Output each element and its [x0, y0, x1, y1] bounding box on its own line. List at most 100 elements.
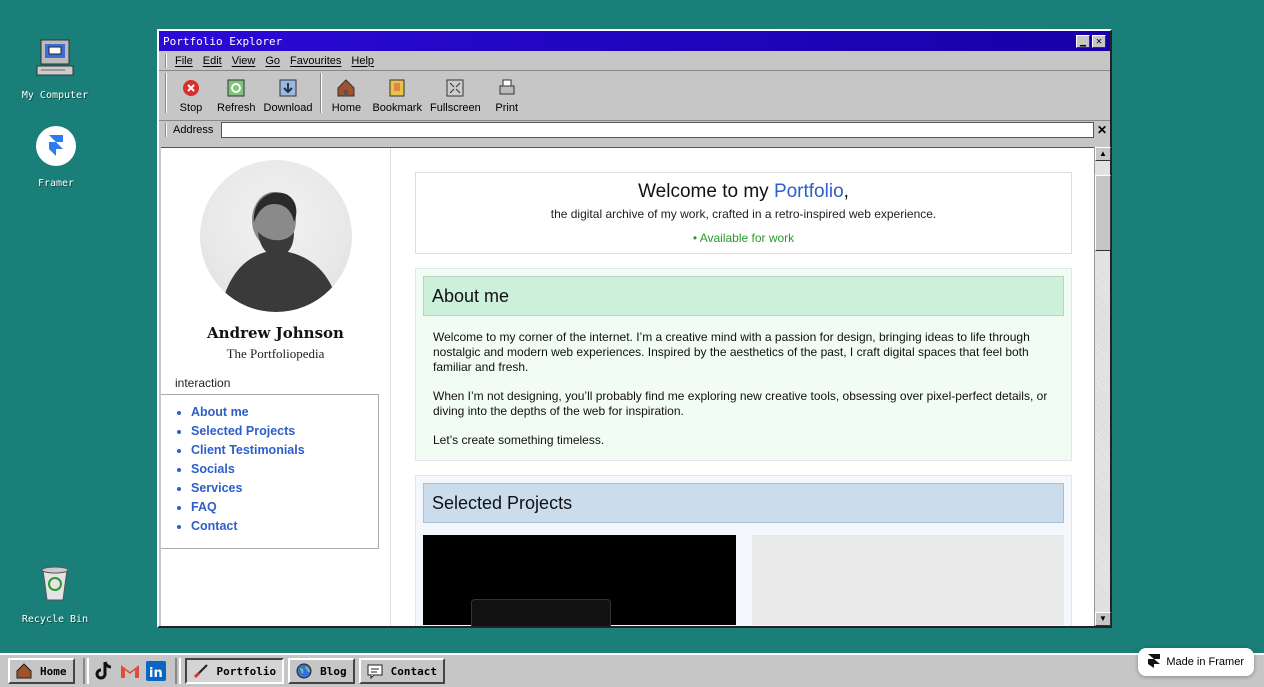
download-label: Download [263, 102, 313, 114]
about-paragraph: Welcome to my corner of the internet. I’… [433, 330, 1030, 374]
nav-link-services[interactable]: Services [191, 481, 378, 495]
desktop-icon-label: Framer [37, 178, 75, 189]
about-heading: About me [423, 276, 1064, 316]
framer-icon [34, 124, 78, 168]
menu-edit[interactable]: Edit [203, 55, 222, 67]
badge-label: Made in Framer [1166, 656, 1244, 668]
taskbar-separator [174, 658, 181, 684]
refresh-label: Refresh [217, 102, 256, 114]
made-in-framer-badge[interactable]: Made in Framer [1138, 648, 1254, 676]
gmail-icon[interactable] [119, 660, 141, 682]
avatar [199, 160, 352, 312]
download-button[interactable]: Download [263, 78, 313, 114]
paintbrush-icon [193, 663, 209, 679]
project-preview-inner [471, 599, 611, 626]
menu-help[interactable]: Help [351, 55, 374, 67]
profile-subtitle: The Portfoliopedia [226, 346, 325, 361]
desktop-icon-label: My Computer [21, 90, 89, 101]
welcome-heading: Welcome to my Portfolio, [638, 181, 849, 202]
scrollbar-thumb[interactable] [1095, 175, 1111, 251]
about-body: Welcome to my corner of the internet. I’… [423, 316, 1064, 448]
taskbar: Home in Portfolio Blog Contact [0, 653, 1264, 687]
print-button[interactable]: Print [489, 78, 525, 114]
page-content: Andrew Johnson The Portfoliopedia intera… [161, 147, 1096, 626]
taskbar-contact-button[interactable]: Contact [358, 658, 445, 684]
tiktok-icon[interactable] [93, 660, 115, 682]
taskbar-home-label: Home [40, 664, 67, 678]
profile-sidebar: Andrew Johnson The Portfoliopedia intera… [161, 148, 391, 626]
scroll-up-icon[interactable]: ▲ [1095, 147, 1111, 161]
print-icon [497, 78, 517, 98]
about-section: About me Welcome to my corner of the int… [415, 268, 1072, 461]
menu-view[interactable]: View [232, 55, 256, 67]
toolbar-separator [320, 72, 323, 113]
stop-icon [181, 78, 201, 98]
close-button[interactable]: ✕ [1092, 34, 1106, 48]
nav-heading: interaction [175, 376, 231, 390]
download-icon [278, 78, 298, 98]
window-title: Portfolio Explorer [163, 34, 283, 48]
computer-icon [33, 36, 77, 80]
fullscreen-button[interactable]: Fullscreen [430, 78, 481, 114]
project-thumbnail[interactable] [751, 535, 1064, 625]
welcome-accent: Portfolio [773, 181, 844, 202]
projects-grid [423, 535, 1064, 626]
taskbar-contact-label: Contact [390, 664, 437, 678]
desktop-icon-label: Recycle Bin [21, 614, 89, 625]
taskbar-blog-button[interactable]: Blog [288, 658, 355, 684]
home-icon [336, 78, 356, 98]
desktop-icon-recycle-bin[interactable]: Recycle Bin [5, 560, 105, 625]
bookmark-icon [387, 78, 407, 98]
desktop-icon-framer[interactable]: Framer [6, 124, 106, 189]
framer-logo-icon [1148, 653, 1161, 671]
availability-status: • Available for work [692, 231, 795, 245]
recycle-bin-icon [33, 560, 77, 604]
address-label: Address [173, 124, 214, 136]
menu-favourites[interactable]: Favourites [290, 55, 341, 67]
welcome-card: Welcome to my Portfolio, the digital arc… [415, 172, 1072, 254]
bookmark-label: Bookmark [372, 102, 422, 114]
nav-link-about-me[interactable]: About me [191, 405, 378, 419]
minimize-button[interactable]: ▁ [1076, 34, 1090, 48]
menubar: File Edit View Go Favourites Help [159, 51, 1110, 71]
desktop-icon-my-computer[interactable]: My Computer [5, 36, 105, 101]
about-paragraph: When I’m not designing, you’ll probably … [433, 389, 1048, 418]
window-titlebar[interactable]: Portfolio Explorer ▁ ✕ [159, 31, 1110, 51]
nav-link-contact[interactable]: Contact [191, 519, 378, 533]
refresh-button[interactable]: Refresh [217, 78, 256, 114]
bookmark-button[interactable]: Bookmark [372, 78, 422, 114]
fullscreen-icon [445, 78, 465, 98]
stop-button[interactable]: Stop [173, 78, 209, 114]
project-thumbnail[interactable] [423, 535, 736, 626]
home-icon [16, 663, 32, 679]
taskbar-portfolio-label: Portfolio [216, 664, 277, 678]
menu-file[interactable]: File [175, 55, 193, 67]
nav-link-selected-projects[interactable]: Selected Projects [191, 424, 378, 438]
vertical-scrollbar[interactable]: ▲ ▼ [1094, 147, 1111, 626]
nav-link-client-testimonials[interactable]: Client Testimonials [191, 443, 378, 457]
nav-link-faq[interactable]: FAQ [191, 500, 378, 514]
toolbar: Stop Refresh Download Home Bookmark Full… [159, 71, 1110, 121]
taskbar-portfolio-button[interactable]: Portfolio [184, 658, 285, 684]
projects-heading: Selected Projects [423, 483, 1064, 523]
menubar-grip [165, 53, 167, 68]
sidebar-nav: About me Selected Projects Client Testim… [161, 394, 379, 549]
address-bar: Address ✕ [159, 121, 1110, 139]
taskbar-home-button[interactable]: Home [8, 658, 75, 684]
home-button[interactable]: Home [328, 78, 364, 114]
portfolio-explorer-window: Portfolio Explorer ▁ ✕ File Edit View Go… [157, 29, 1112, 628]
menu-go[interactable]: Go [265, 55, 280, 67]
home-label: Home [331, 102, 362, 114]
taskbar-separator [82, 658, 89, 684]
address-input[interactable] [221, 122, 1094, 138]
chat-icon [367, 663, 383, 679]
linkedin-icon[interactable]: in [145, 660, 167, 682]
profile-name: Andrew Johnson [207, 324, 344, 342]
welcome-tagline: the digital archive of my work, crafted … [550, 207, 937, 221]
address-close-icon[interactable]: ✕ [1096, 123, 1108, 137]
scroll-down-icon[interactable]: ▼ [1095, 612, 1111, 626]
nav-link-socials[interactable]: Socials [191, 462, 378, 476]
globe-icon [296, 663, 312, 679]
address-grip [165, 123, 167, 137]
projects-section: Selected Projects [415, 475, 1072, 626]
